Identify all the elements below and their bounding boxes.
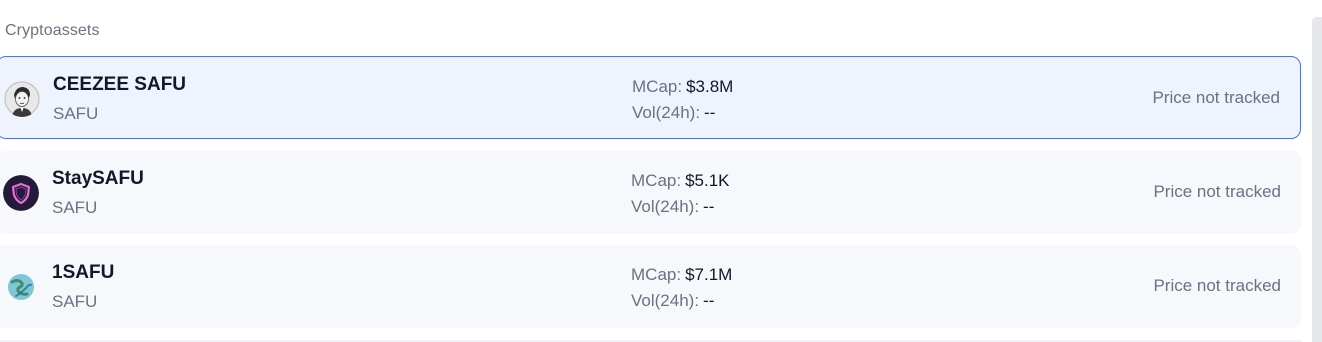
vertical-scrollbar[interactable]: [1312, 17, 1322, 342]
vol-line: Vol(24h): --: [631, 194, 730, 220]
asset-symbol: SAFU: [52, 198, 98, 217]
globe-icon: [7, 273, 35, 301]
asset-name: CEEZEE SAFU: [53, 74, 187, 95]
vol-value: --: [704, 103, 716, 122]
shield-icon: [3, 175, 39, 211]
asset-row-staysafu[interactable]: StaySAFU SAFU MCap: $5.1K Vol(24h): -- Pri…: [0, 151, 1301, 234]
ceezee-portrait-icon: [4, 81, 40, 117]
asset-symbol: SAFU: [52, 292, 98, 311]
section-title: Cryptoassets: [5, 22, 100, 39]
asset-stats: MCap: $7.1M Vol(24h): --: [631, 262, 732, 314]
mcap-label: MCap:: [632, 77, 683, 96]
vol-label: Vol(24h):: [631, 197, 700, 216]
asset-name: 1SAFU: [52, 262, 115, 283]
asset-stats: MCap: $3.8M Vol(24h): --: [632, 74, 733, 126]
vol-value: --: [703, 291, 715, 310]
asset-symbol: SAFU: [53, 104, 99, 123]
vol-value: --: [703, 197, 715, 216]
mcap-value: $5.1K: [685, 171, 730, 190]
mcap-line: MCap: $7.1M: [631, 262, 732, 288]
asset-stats: MCap: $5.1K Vol(24h): --: [631, 168, 730, 220]
vol-line: Vol(24h): --: [632, 100, 733, 126]
mcap-line: MCap: $3.8M: [632, 74, 733, 100]
mcap-line: MCap: $5.1K: [631, 168, 730, 194]
vol-label: Vol(24h):: [632, 103, 701, 122]
asset-name: StaySAFU: [52, 168, 144, 189]
mcap-label: MCap:: [631, 171, 682, 190]
mcap-value: $3.8M: [686, 77, 734, 96]
price-status: Price not tracked: [1152, 88, 1280, 107]
price-status: Price not tracked: [1153, 182, 1281, 201]
mcap-label: MCap:: [631, 265, 682, 284]
asset-row-1safu[interactable]: 1SAFU SAFU MCap: $7.1M Vol(24h): -- Price …: [0, 245, 1301, 328]
vol-line: Vol(24h): --: [631, 288, 732, 314]
asset-row-ceezee-safu[interactable]: CEEZEE SAFU SAFU MCap: $3.8M Vol(24h): -- …: [0, 56, 1301, 139]
mcap-value: $7.1M: [685, 265, 733, 284]
cryptoassets-panel: Cryptoassets CEEZEE SAFU SAFU MCap: $3.8…: [0, 0, 1322, 342]
price-status: Price not tracked: [1153, 276, 1281, 295]
vol-label: Vol(24h):: [631, 291, 700, 310]
